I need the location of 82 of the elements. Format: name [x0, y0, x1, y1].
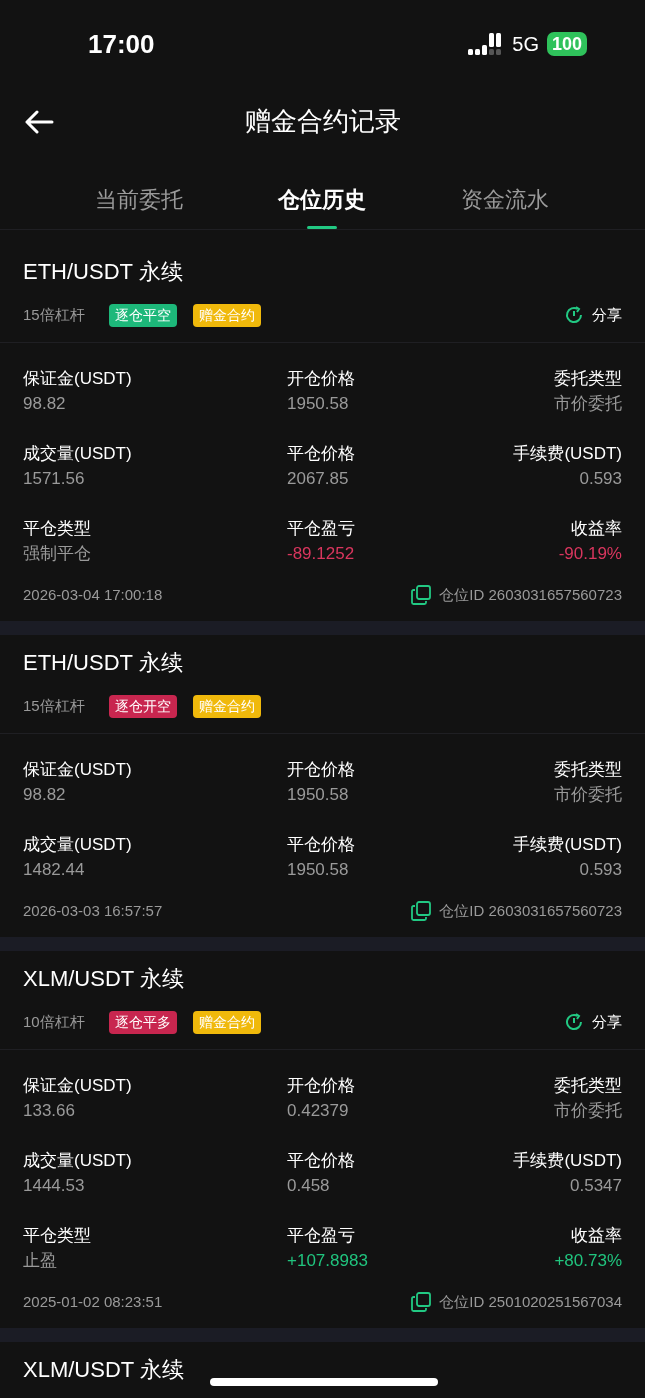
- tag: 赠金合约: [192, 303, 261, 327]
- field-label: 成交量(USDT): [23, 834, 133, 856]
- field-value: 0.5347: [569, 1175, 622, 1197]
- field-value: 1950.58: [287, 784, 350, 806]
- field-value: 1950.58: [287, 859, 350, 881]
- pair-title: XLM/USDT 永续: [23, 1356, 184, 1384]
- field-label: 平仓类型: [23, 1225, 92, 1247]
- field-value: 98.82: [23, 784, 67, 806]
- field-label: 手续费(USDT): [513, 443, 622, 465]
- tab[interactable]: 当前委托: [48, 154, 231, 229]
- pair-title: ETH/USDT 永续: [23, 258, 183, 286]
- copy-icon[interactable]: [411, 901, 432, 921]
- leverage-label: 10倍杠杆: [23, 1011, 85, 1032]
- field-value: 0.42379: [287, 1100, 350, 1122]
- field-label: 平仓盈亏: [287, 518, 356, 540]
- pair-title: ETH/USDT 永续: [23, 649, 183, 677]
- field-label: 收益率: [570, 1225, 622, 1247]
- tag: 赠金合约: [192, 694, 261, 718]
- field-label: 委托类型: [553, 759, 622, 781]
- field-value: 1571.56: [23, 468, 86, 490]
- share-button[interactable]: 分享: [592, 303, 622, 327]
- field-label: 委托类型: [553, 368, 622, 390]
- field-value: -89.1252: [287, 543, 356, 565]
- page-title: 赠金合约记录: [244, 104, 401, 138]
- field-value: 市价委托: [553, 784, 622, 806]
- tag: 逐仓开空: [108, 694, 177, 718]
- field-label: 平仓价格: [287, 443, 356, 465]
- field-value: 98.82: [23, 393, 67, 415]
- field-value: 133.66: [23, 1100, 76, 1122]
- field-label: 开仓价格: [287, 759, 356, 781]
- timestamp: 2026-03-04 17:00:18: [23, 585, 163, 605]
- field-value: 1482.44: [23, 859, 86, 881]
- share-button[interactable]: 分享: [592, 1010, 622, 1034]
- timestamp: 2025-01-02 08:23:51: [23, 1292, 163, 1312]
- share-icon: [564, 1012, 584, 1032]
- field-label: 平仓价格: [287, 1150, 356, 1172]
- tag: 赠金合约: [192, 1010, 261, 1034]
- tag: 逐仓平空: [108, 303, 177, 327]
- field-value: 1950.58: [287, 393, 350, 415]
- field-value: -90.19%: [557, 543, 622, 565]
- field-label: 保证金(USDT): [23, 759, 133, 781]
- field-value: 市价委托: [553, 393, 622, 415]
- field-value: 0.458: [287, 1175, 331, 1197]
- field-label: 平仓类型: [23, 518, 92, 540]
- timestamp: 2026-03-03 16:57:57: [23, 901, 163, 921]
- field-label: 平仓价格: [287, 834, 356, 856]
- back-icon[interactable]: [24, 109, 54, 134]
- field-label: 开仓价格: [287, 1075, 356, 1097]
- field-label: 平仓盈亏: [287, 1225, 356, 1247]
- clock-time: 17:00: [88, 27, 155, 61]
- network-label: 5G: [512, 32, 539, 57]
- position-id: 仓位ID 2603031657560723: [439, 901, 622, 921]
- field-label: 成交量(USDT): [23, 443, 133, 465]
- tag: 逐仓平多: [108, 1010, 177, 1034]
- field-value: 止盈: [23, 1250, 58, 1272]
- copy-icon[interactable]: [411, 1292, 432, 1312]
- position-id: 仓位ID 2501020251567034: [439, 1292, 622, 1312]
- battery-level: 100: [546, 32, 587, 56]
- tab[interactable]: 仓位历史: [230, 154, 414, 229]
- field-value: 0.593: [578, 859, 622, 881]
- field-value: +80.73%: [553, 1250, 622, 1272]
- leverage-label: 15倍杠杆: [23, 304, 85, 325]
- field-value: 强制平仓: [23, 543, 92, 565]
- position-id: 仓位ID 2603031657560723: [439, 585, 622, 605]
- field-value: 0.593: [578, 468, 622, 490]
- tab[interactable]: 资金流水: [413, 154, 597, 229]
- field-label: 成交量(USDT): [23, 1150, 133, 1172]
- field-value: 1444.53: [23, 1175, 86, 1197]
- field-value: 市价委托: [553, 1100, 622, 1122]
- field-label: 开仓价格: [287, 368, 356, 390]
- share-icon: [564, 305, 584, 325]
- copy-icon[interactable]: [411, 585, 432, 605]
- field-label: 收益率: [570, 518, 622, 540]
- field-value: +107.8983: [287, 1250, 369, 1272]
- leverage-label: 15倍杠杆: [23, 695, 85, 716]
- field-value: 2067.85: [287, 468, 350, 490]
- field-label: 委托类型: [553, 1075, 622, 1097]
- field-label: 手续费(USDT): [513, 1150, 622, 1172]
- pair-title: XLM/USDT 永续: [23, 965, 184, 993]
- field-label: 手续费(USDT): [513, 834, 622, 856]
- field-label: 保证金(USDT): [23, 368, 133, 390]
- field-label: 保证金(USDT): [23, 1075, 133, 1097]
